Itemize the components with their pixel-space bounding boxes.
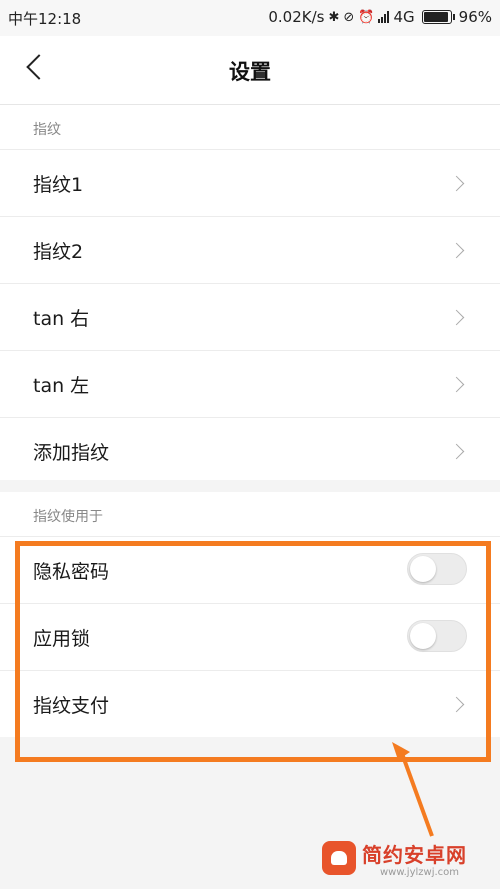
alarm-icon: ⏰ bbox=[358, 9, 375, 25]
chevron-right-icon bbox=[448, 443, 465, 460]
section-divider bbox=[0, 480, 500, 492]
list-item-label: 隐私密码 bbox=[33, 561, 110, 583]
fingerprint-list: 指纹1 指纹2 tan 右 tan 左 添加指纹 bbox=[0, 149, 500, 484]
list-item-label: 指纹支付 bbox=[33, 695, 110, 717]
signal-icon bbox=[378, 11, 390, 23]
list-item-label: tan 右 bbox=[33, 308, 90, 330]
privacy-password-toggle[interactable] bbox=[407, 553, 467, 585]
network-type: 4G bbox=[393, 8, 415, 26]
bluetooth-icon: ✱ bbox=[328, 9, 340, 25]
fingerprint-item-tan-left[interactable]: tan 左 bbox=[0, 350, 500, 417]
chevron-right-icon bbox=[448, 376, 465, 393]
list-item-label: 添加指纹 bbox=[33, 442, 110, 464]
list-item-label: 应用锁 bbox=[33, 628, 91, 650]
android-logo-icon bbox=[322, 841, 356, 875]
list-item-label: tan 左 bbox=[33, 375, 90, 397]
watermark: 简约安卓网 www.jylzwj.com bbox=[322, 839, 492, 883]
privacy-password-item[interactable]: 隐私密码 bbox=[0, 536, 500, 603]
app-lock-toggle[interactable] bbox=[407, 620, 467, 652]
toggle-knob bbox=[410, 556, 436, 582]
page-title: 设置 bbox=[229, 60, 271, 84]
toggle-knob bbox=[410, 623, 436, 649]
status-icons: 0.02K/s ✱ ⊘ ⏰ 4G 96% bbox=[268, 8, 492, 26]
network-speed: 0.02K/s bbox=[268, 8, 325, 26]
app-header: 设置 bbox=[0, 36, 500, 105]
chevron-right-icon bbox=[448, 175, 465, 192]
fingerprint-item-2[interactable]: 指纹2 bbox=[0, 216, 500, 283]
fingerprint-payment-item[interactable]: 指纹支付 bbox=[0, 670, 500, 737]
add-fingerprint-item[interactable]: 添加指纹 bbox=[0, 417, 500, 484]
list-item-label: 指纹1 bbox=[33, 174, 84, 196]
chevron-right-icon bbox=[448, 309, 465, 326]
app-lock-item[interactable]: 应用锁 bbox=[0, 603, 500, 670]
fingerprint-item-1[interactable]: 指纹1 bbox=[0, 149, 500, 216]
watermark-url: www.jylzwj.com bbox=[380, 867, 460, 878]
list-item-label: 指纹2 bbox=[33, 241, 84, 263]
usage-list: 隐私密码 应用锁 指纹支付 bbox=[0, 536, 500, 737]
chevron-right-icon bbox=[448, 696, 465, 713]
status-time: 中午12:18 bbox=[8, 10, 82, 28]
watermark-brand: 简约安卓网 bbox=[362, 843, 467, 867]
status-bar: 中午12:18 0.02K/s ✱ ⊘ ⏰ 4G 96% bbox=[0, 0, 500, 36]
section-label-fingerprint: 指纹 bbox=[0, 105, 500, 149]
fingerprint-item-tan-right[interactable]: tan 右 bbox=[0, 283, 500, 350]
battery-icon bbox=[421, 10, 455, 24]
battery-percent: 96% bbox=[458, 8, 492, 26]
mute-icon: ⊘ bbox=[343, 9, 355, 25]
section-label-usage: 指纹使用于 bbox=[0, 492, 500, 536]
chevron-right-icon bbox=[448, 242, 465, 259]
